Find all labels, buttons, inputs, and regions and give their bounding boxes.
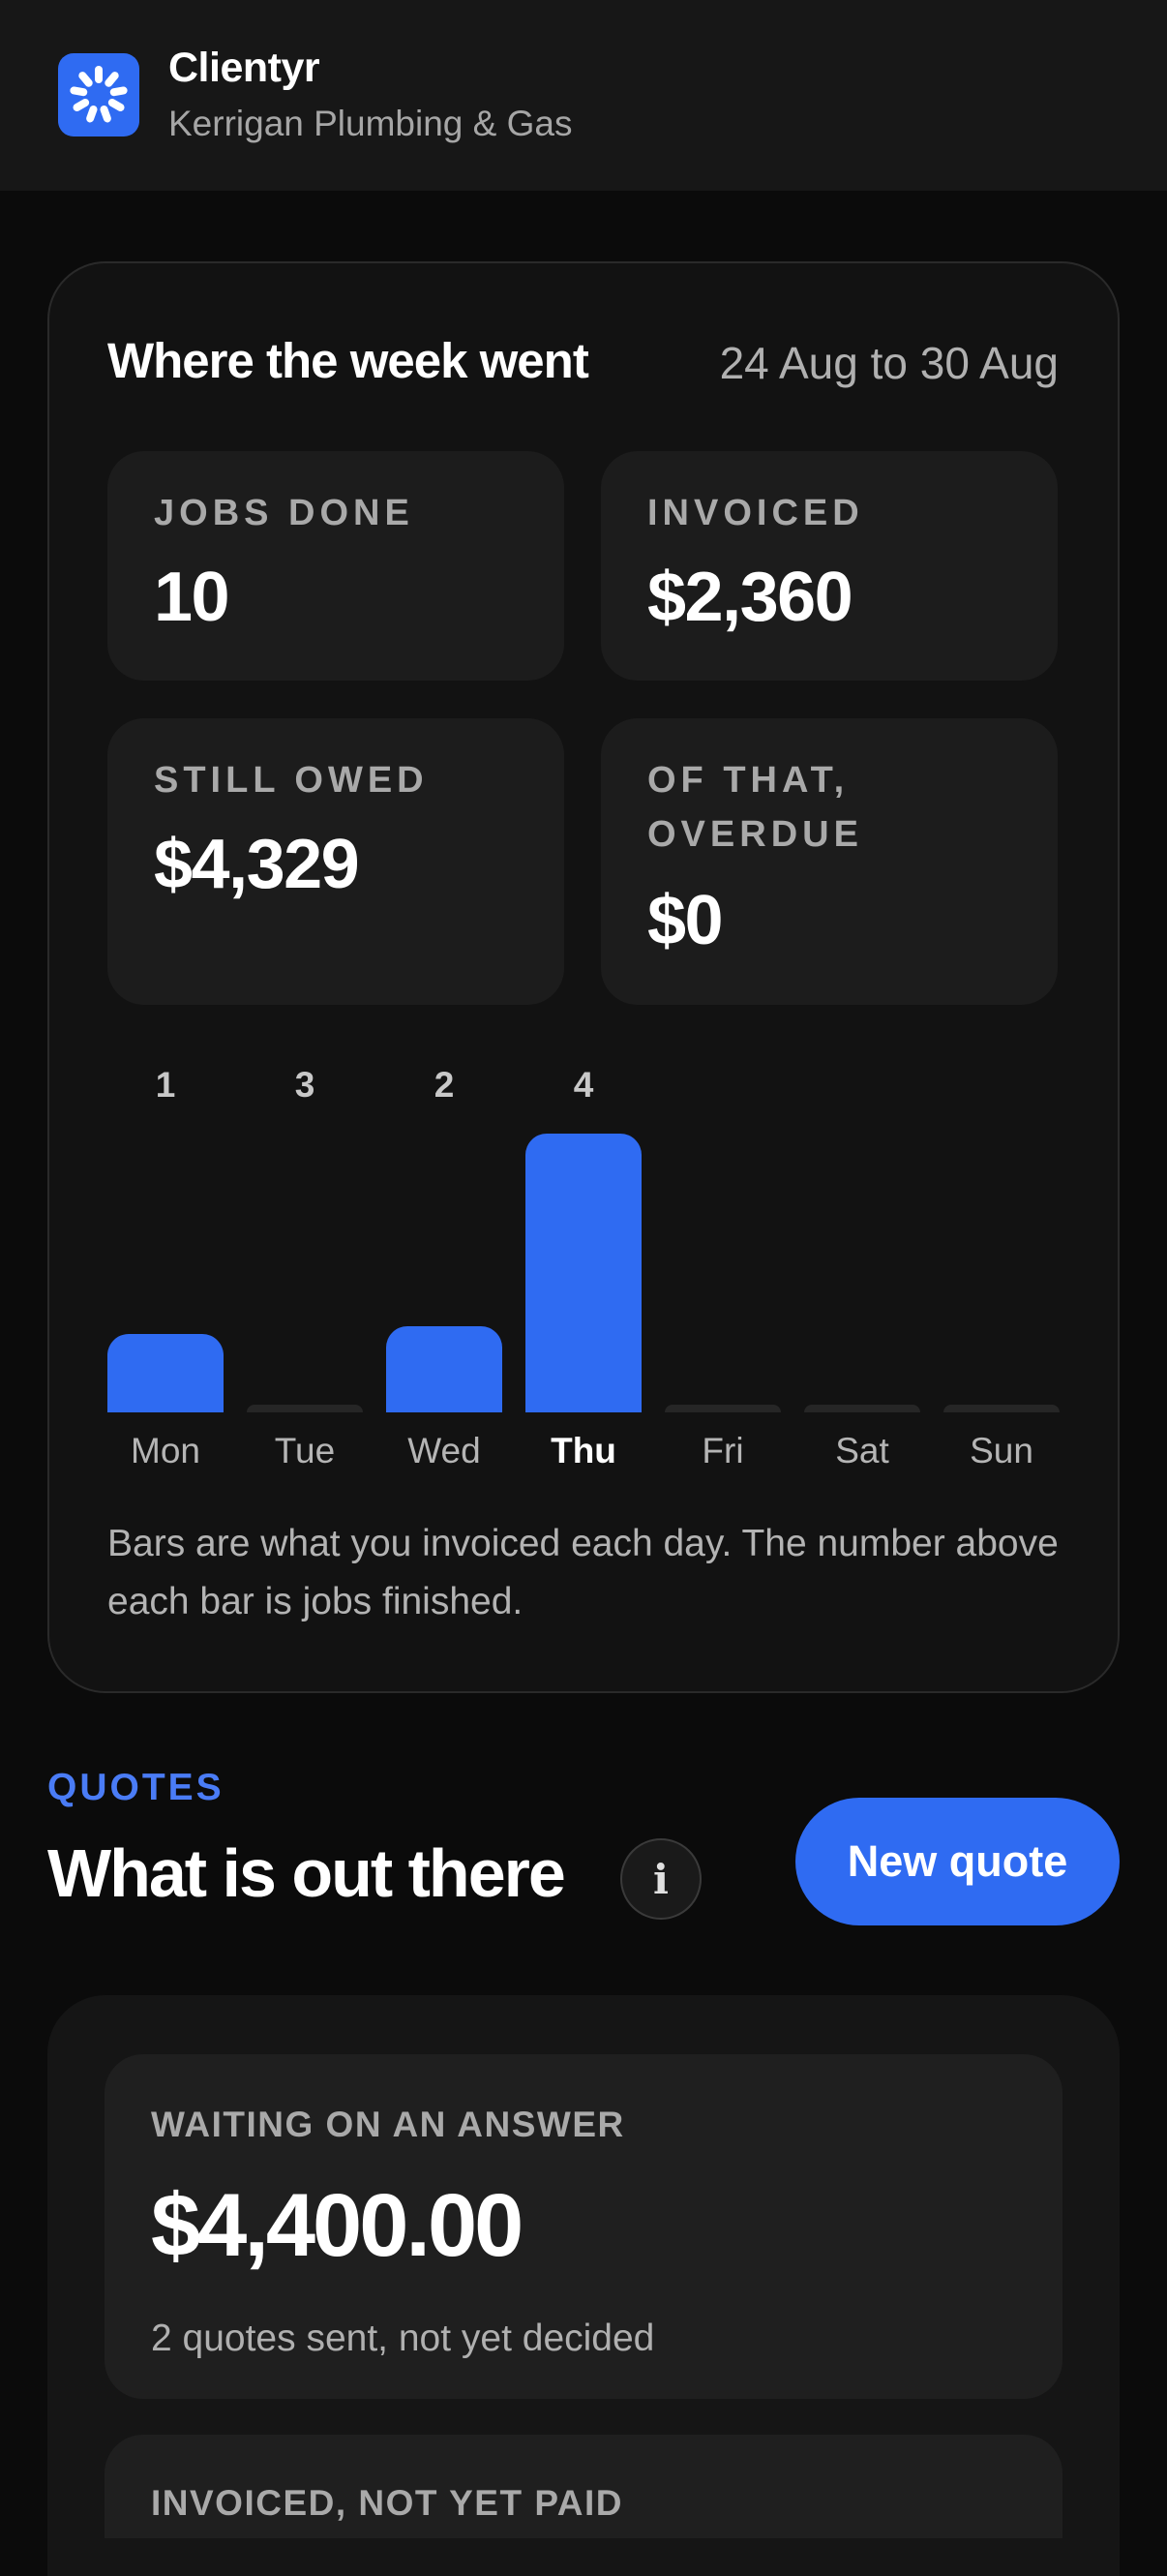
new-quote-button[interactable]: New quote <box>795 1798 1120 1925</box>
stat-tile-overdue: OF THAT, OVERDUE $0 <box>601 718 1058 1005</box>
info-button[interactable]: i <box>620 1838 702 1920</box>
quote-label: INVOICED, NOT YET PAID <box>151 2483 624 2523</box>
quote-tile-invoiced-unpaid[interactable]: INVOICED, NOT YET PAID <box>105 2435 1062 2538</box>
bar-day-label: Sat <box>835 1431 889 1470</box>
daily-invoiced-bar-chart: 1 Mon 3 Tue 2 Wed 4 Thu Fri Sat Sun <box>107 1055 1060 1481</box>
bar-day-label: Thu <box>551 1431 616 1470</box>
bar-day-label: Wed <box>407 1431 481 1470</box>
stat-value: $2,360 <box>647 559 853 636</box>
burst-logo-icon <box>58 53 139 136</box>
quote-amount: $4,400.00 <box>151 2176 524 2275</box>
bar-mon <box>107 1334 224 1412</box>
stat-label: OF THAT, OVERDUE <box>647 760 863 855</box>
bar-jobs-count: 2 <box>434 1065 455 1105</box>
bar-column-tue: 3 Tue <box>247 1055 363 1481</box>
bar-jobs-count: 4 <box>573 1065 594 1105</box>
bar-column-sat: Sat <box>804 1055 920 1481</box>
app-header: Clientyr Kerrigan Plumbing & Gas <box>0 0 1167 191</box>
bar-column-sun: Sun <box>943 1055 1060 1481</box>
app-name: Clientyr <box>168 45 320 91</box>
bar-jobs-count: 1 <box>155 1065 176 1105</box>
bar-day-label: Mon <box>131 1431 200 1470</box>
stat-label: INVOICED <box>647 493 864 533</box>
bar-sun <box>943 1405 1060 1412</box>
stat-label: JOBS DONE <box>154 493 414 533</box>
stat-value: $4,329 <box>154 826 360 903</box>
bar-wed <box>386 1326 502 1412</box>
bar-jobs-count: 3 <box>294 1065 315 1105</box>
quote-tile-waiting[interactable]: WAITING ON AN ANSWER $4,400.00 2 quotes … <box>105 2054 1062 2399</box>
bar-column-thu: 4 Thu <box>525 1055 642 1481</box>
stat-label: STILL OWED <box>154 760 429 801</box>
week-title: Where the week went <box>107 333 589 388</box>
quote-label: WAITING ON AN ANSWER <box>151 2105 625 2144</box>
week-date-range: 24 Aug to 30 Aug <box>719 338 1059 388</box>
stat-value: $0 <box>647 882 724 959</box>
bar-fri <box>665 1405 781 1412</box>
bar-day-label: Sun <box>970 1431 1033 1470</box>
stat-tile-still-owed: STILL OWED $4,329 <box>107 718 564 1005</box>
bar-column-mon: 1 Mon <box>107 1055 224 1481</box>
bar-column-fri: Fri <box>665 1055 781 1481</box>
quote-subtext: 2 quotes sent, not yet decided <box>151 2318 655 2359</box>
chart-caption: Bars are what you invoiced each day. The… <box>107 1523 1059 1622</box>
bar-sat <box>804 1405 920 1412</box>
section-title: What is out there <box>47 1835 566 1911</box>
bar-column-wed: 2 Wed <box>386 1055 502 1481</box>
stat-tile-invoiced: INVOICED $2,360 <box>601 451 1058 681</box>
stat-tile-jobs-done: JOBS DONE 10 <box>107 451 564 681</box>
business-name: Kerrigan Plumbing & Gas <box>168 104 573 143</box>
stat-value: 10 <box>154 559 230 636</box>
bar-thu <box>525 1134 642 1412</box>
bar-day-label: Fri <box>702 1431 744 1470</box>
bar-day-label: Tue <box>274 1431 336 1470</box>
bar-tue <box>247 1405 363 1412</box>
section-kicker: QUOTES <box>47 1767 224 1808</box>
